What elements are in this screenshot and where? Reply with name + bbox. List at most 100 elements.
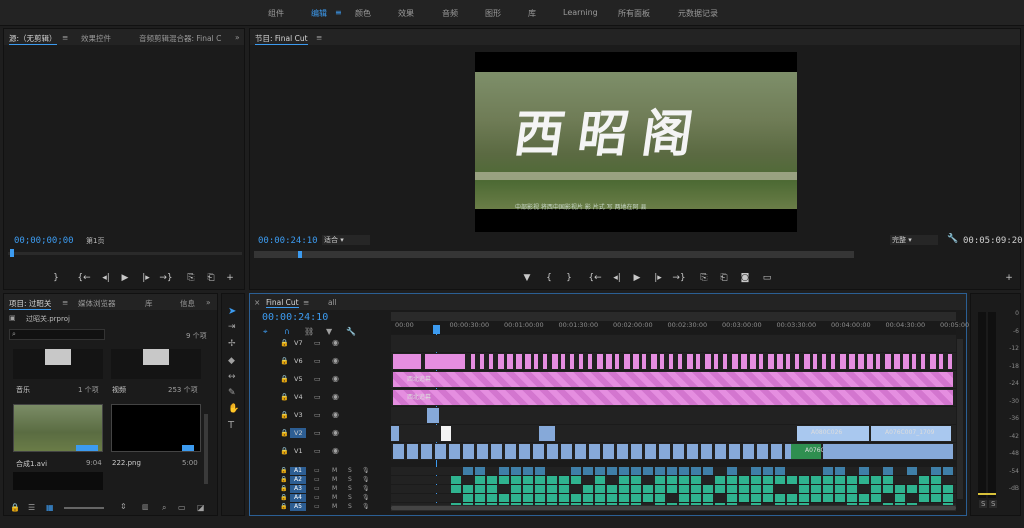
- eye-icon[interactable]: ◉: [332, 410, 339, 419]
- camera-icon[interactable]: ◙: [738, 273, 752, 283]
- audio-clip[interactable]: [823, 494, 833, 502]
- audio-clip[interactable]: [883, 476, 893, 484]
- sync-lock-icon[interactable]: ▭: [314, 467, 320, 474]
- audio-clip[interactable]: [583, 494, 593, 502]
- audio-clip[interactable]: [775, 494, 785, 502]
- audio-clip[interactable]: [739, 485, 749, 493]
- audio-clip[interactable]: [535, 494, 545, 502]
- track-target[interactable]: A5: [290, 503, 306, 511]
- audio-clip[interactable]: [847, 476, 857, 484]
- audio-clip[interactable]: [823, 485, 833, 493]
- go-to-out-icon[interactable]: →}: [159, 273, 173, 283]
- clip-v6[interactable]: [858, 354, 864, 369]
- audio-clip[interactable]: [523, 485, 533, 493]
- audio-clip[interactable]: [739, 494, 749, 502]
- audio-clip[interactable]: [475, 476, 485, 484]
- clip-v1[interactable]: [701, 444, 712, 459]
- audio-clip[interactable]: [643, 494, 653, 502]
- eye-icon[interactable]: ◉: [332, 392, 339, 401]
- clip-v6[interactable]: [948, 354, 952, 369]
- audio-clip[interactable]: [727, 476, 737, 484]
- audio-clip[interactable]: [691, 467, 701, 475]
- clip-v6[interactable]: [498, 354, 504, 369]
- clip-v3[interactable]: [427, 408, 439, 423]
- clip-v6[interactable]: [912, 354, 916, 369]
- add-button-icon[interactable]: +: [1002, 273, 1016, 283]
- audio-clip[interactable]: [907, 485, 917, 493]
- audio-clip[interactable]: [895, 485, 905, 493]
- track-select-icon[interactable]: ⇥: [228, 322, 236, 332]
- tab-info[interactable]: 信息: [180, 298, 195, 309]
- track-lane[interactable]: [391, 407, 956, 424]
- clip-v6[interactable]: [705, 354, 711, 369]
- bin-name[interactable]: 视频: [112, 385, 126, 395]
- sync-lock-icon[interactable]: ▭: [314, 503, 320, 510]
- tab-final-cut[interactable]: Final Cut: [266, 298, 299, 308]
- audio-clip[interactable]: [883, 467, 893, 475]
- scrollbar[interactable]: [204, 414, 208, 484]
- audio-clip[interactable]: [463, 485, 473, 493]
- audio-clip[interactable]: [451, 476, 461, 484]
- clip-v6[interactable]: [579, 354, 583, 369]
- clip-v6[interactable]: [732, 354, 738, 369]
- mic-icon[interactable]: 🎙: [362, 476, 370, 483]
- source-scrub-bar[interactable]: [8, 252, 242, 255]
- audio-clip[interactable]: [763, 476, 773, 484]
- mute-button[interactable]: M: [332, 503, 337, 510]
- clip-v6[interactable]: [624, 354, 630, 369]
- workspace-tab[interactable]: 效果: [398, 8, 414, 19]
- audio-clip[interactable]: [691, 476, 701, 484]
- clip-v6[interactable]: [813, 354, 817, 369]
- clip-v1[interactable]: [505, 444, 516, 459]
- audio-clip[interactable]: [883, 485, 893, 493]
- sync-lock-icon[interactable]: ▭: [314, 357, 321, 365]
- tab-project[interactable]: 项目: 过昭关: [9, 298, 51, 310]
- clip-v6[interactable]: [921, 354, 925, 369]
- clip-v2[interactable]: [391, 426, 399, 441]
- eye-icon[interactable]: ◉: [332, 428, 339, 437]
- program-timecode[interactable]: 00:00:24:10: [258, 236, 318, 246]
- close-icon[interactable]: ×: [254, 298, 260, 307]
- search-input[interactable]: [9, 329, 105, 340]
- tab-audio-mixer[interactable]: 音频剪辑混合器: Final C: [139, 33, 221, 44]
- more-panels-icon[interactable]: »: [206, 298, 211, 307]
- clip-v1[interactable]: [603, 444, 614, 459]
- audio-clip[interactable]: [871, 476, 881, 484]
- workspace-tab[interactable]: 组件: [268, 8, 284, 19]
- track-lock-icon[interactable]: 🔒: [280, 467, 287, 474]
- audio-clip[interactable]: [583, 467, 593, 475]
- mute-button[interactable]: M: [332, 467, 337, 474]
- clip-v6[interactable]: [678, 354, 682, 369]
- audio-clip[interactable]: [787, 476, 797, 484]
- audio-clip[interactable]: [571, 467, 581, 475]
- audio-clip[interactable]: [859, 494, 869, 502]
- audio-clip[interactable]: [559, 494, 569, 502]
- clip-v6[interactable]: [930, 354, 936, 369]
- step-forward-icon[interactable]: |▸: [139, 273, 153, 283]
- clip-v1[interactable]: [659, 444, 670, 459]
- audio-clip[interactable]: [571, 476, 581, 484]
- bin-name[interactable]: 音乐: [16, 385, 30, 395]
- clip-v6[interactable]: [489, 354, 493, 369]
- audio-clip[interactable]: [535, 467, 545, 475]
- clip-v1[interactable]: [617, 444, 628, 459]
- track-lane[interactable]: [391, 335, 956, 352]
- track-lock-icon[interactable]: 🔒: [280, 393, 289, 401]
- audio-clip[interactable]: [547, 485, 557, 493]
- slip-icon[interactable]: ↔: [228, 372, 236, 382]
- track-lock-icon[interactable]: 🔒: [280, 375, 289, 383]
- audio-clip[interactable]: [655, 494, 665, 502]
- tab-all[interactable]: all: [328, 298, 337, 307]
- audio-clip[interactable]: [595, 476, 605, 484]
- clip-v6[interactable]: [687, 354, 693, 369]
- audio-clip[interactable]: [631, 476, 641, 484]
- audio-clip[interactable]: [931, 485, 941, 493]
- clip-v6[interactable]: [588, 354, 592, 369]
- eye-icon[interactable]: ◉: [332, 446, 339, 455]
- clip-thumbnail[interactable]: [13, 472, 103, 490]
- audio-clip[interactable]: [499, 467, 509, 475]
- selection-tool-icon[interactable]: ➤: [228, 306, 236, 317]
- insert-icon[interactable]: ⎘: [184, 273, 198, 283]
- clip-v6[interactable]: [669, 354, 673, 369]
- audio-clip[interactable]: [655, 485, 665, 493]
